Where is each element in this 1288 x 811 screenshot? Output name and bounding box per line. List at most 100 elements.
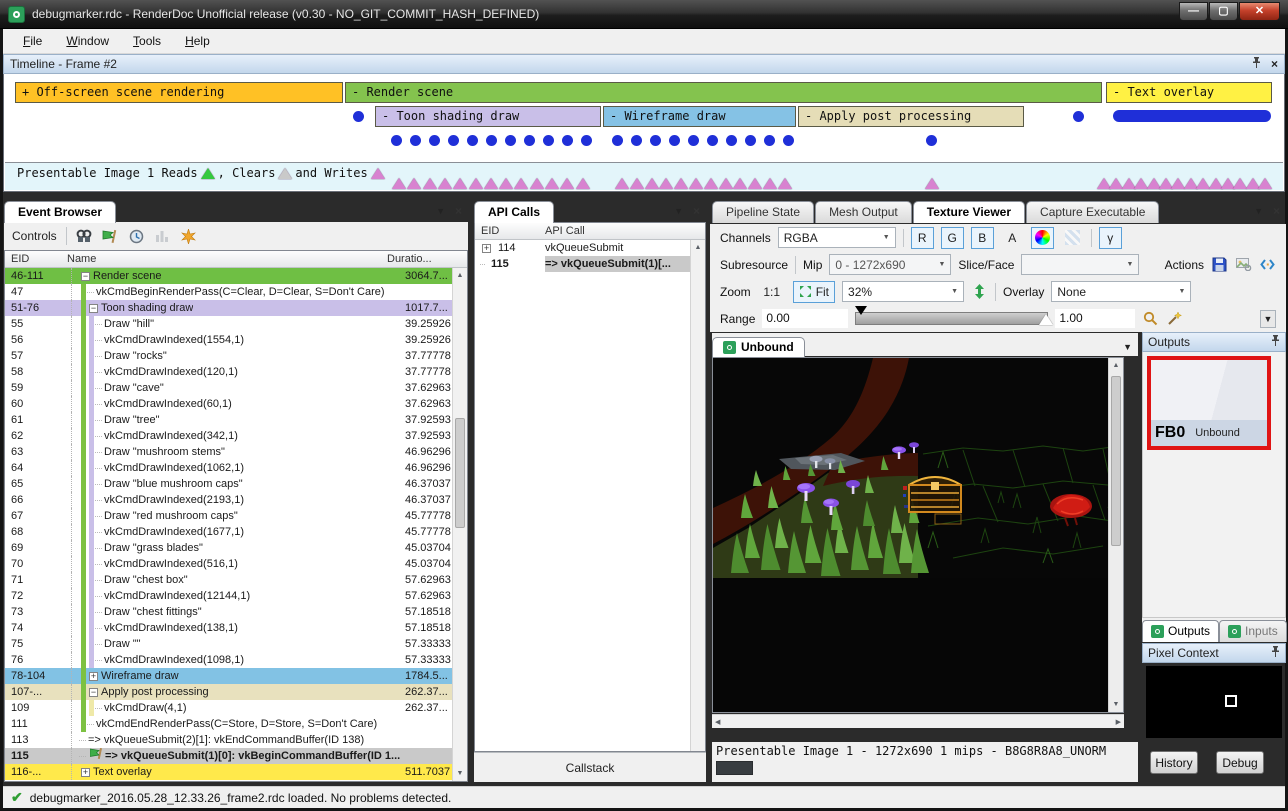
texture-hscroll[interactable]: ◀ ▶ bbox=[712, 714, 1124, 728]
usage-triangle-icon[interactable] bbox=[1258, 178, 1272, 189]
usage-triangle-icon[interactable] bbox=[545, 178, 559, 189]
usage-triangle-icon[interactable] bbox=[630, 178, 644, 189]
menu-window[interactable]: Window bbox=[54, 30, 121, 52]
timeline-marker[interactable]: - Wireframe draw bbox=[603, 106, 796, 127]
event-row[interactable]: 46-111−Render scene3064.7... bbox=[5, 268, 467, 284]
scroll-up-icon[interactable]: ▲ bbox=[691, 240, 705, 255]
event-row[interactable]: 67····Draw "red mushroom caps"45.77778 bbox=[5, 508, 467, 524]
scroll-down-icon[interactable]: ▼ bbox=[453, 766, 467, 781]
time-draws-icon[interactable] bbox=[128, 228, 145, 245]
scroll-up-icon[interactable]: ▲ bbox=[1109, 358, 1123, 373]
timeline-event-dot[interactable] bbox=[650, 135, 661, 146]
scroll-left-icon[interactable]: ◀ bbox=[715, 718, 720, 726]
event-row[interactable]: 76····vkCmdDrawIndexed(1098,1)57.33333 bbox=[5, 652, 467, 668]
usage-triangle-icon[interactable] bbox=[560, 178, 574, 189]
timeline-event-dot[interactable] bbox=[1073, 111, 1084, 122]
event-row[interactable]: 109····vkCmdDraw(4,1)262.37... bbox=[5, 700, 467, 716]
usage-triangle-icon[interactable] bbox=[407, 178, 421, 189]
usage-triangle-icon[interactable] bbox=[576, 178, 590, 189]
flip-y-icon[interactable] bbox=[971, 283, 988, 300]
pin-icon[interactable] bbox=[1252, 57, 1261, 71]
event-row[interactable]: 107-...−Apply post processing262.37... bbox=[5, 684, 467, 700]
range-max-handle[interactable] bbox=[1039, 314, 1053, 325]
timeline-event-dot[interactable] bbox=[543, 135, 554, 146]
timeline-event-dot[interactable] bbox=[410, 135, 421, 146]
range-slider[interactable] bbox=[855, 312, 1048, 325]
usage-triangle-icon[interactable] bbox=[438, 178, 452, 189]
usage-triangle-icon[interactable] bbox=[674, 178, 688, 189]
panel-close-icon[interactable]: × bbox=[693, 204, 700, 218]
usage-triangle-icon[interactable] bbox=[530, 178, 544, 189]
channel-g-button[interactable]: G bbox=[941, 227, 964, 249]
expand-icon[interactable]: + bbox=[81, 768, 90, 777]
col-duration[interactable]: Duratio... bbox=[387, 253, 451, 265]
usage-triangle-icon[interactable] bbox=[778, 178, 792, 189]
range-min-handle[interactable] bbox=[855, 306, 867, 315]
event-row[interactable]: 78-104+Wireframe draw1784.5... bbox=[5, 668, 467, 684]
overlay-dropdown[interactable]: None ▼ bbox=[1051, 281, 1191, 302]
zoom-1to1-button[interactable]: 1:1 bbox=[758, 281, 786, 303]
channel-r-button[interactable]: R bbox=[911, 227, 934, 249]
expand-icon[interactable]: + bbox=[89, 672, 98, 681]
menu-help[interactable]: Help bbox=[173, 30, 222, 52]
fb0-thumbnail[interactable]: FB0 Unbound bbox=[1147, 356, 1271, 450]
history-button[interactable]: History bbox=[1150, 751, 1198, 774]
event-row[interactable]: 113····=> vkQueueSubmit(2)[1]: vkEndComm… bbox=[5, 732, 467, 748]
timeline-event-dot[interactable] bbox=[524, 135, 535, 146]
zoom-range-icon[interactable] bbox=[1142, 310, 1159, 327]
texture-image[interactable]: ▲ ▼ bbox=[712, 357, 1124, 713]
timeline-event-dot[interactable] bbox=[926, 135, 937, 146]
event-row[interactable]: 66····vkCmdDrawIndexed(2193,1)46.37037 bbox=[5, 492, 467, 508]
save-icon[interactable] bbox=[1211, 256, 1228, 273]
timeline-event-dot[interactable] bbox=[707, 135, 718, 146]
timeline-marker[interactable]: - Text overlay bbox=[1106, 82, 1272, 103]
slice-dropdown[interactable]: ▼ bbox=[1021, 254, 1139, 275]
panel-menu-icon[interactable]: ▼ bbox=[1254, 206, 1263, 216]
tab-api-calls[interactable]: API Calls bbox=[474, 201, 554, 223]
usage-triangle-icon[interactable] bbox=[659, 178, 673, 189]
timeline-marker[interactable]: - Apply post processing bbox=[798, 106, 1024, 127]
pixel-context-view[interactable] bbox=[1146, 666, 1282, 738]
timeline-event-bar[interactable] bbox=[1113, 110, 1271, 122]
event-row[interactable]: 62····vkCmdDrawIndexed(342,1)37.92593 bbox=[5, 428, 467, 444]
event-browser-header[interactable]: EID Name Duratio... bbox=[5, 251, 467, 268]
menu-tools[interactable]: Tools bbox=[121, 30, 173, 52]
timeline-close-icon[interactable]: × bbox=[1271, 57, 1278, 71]
close-button[interactable]: ✕ bbox=[1239, 2, 1280, 21]
event-row[interactable]: 63····Draw "mushroom stems"46.96296 bbox=[5, 444, 467, 460]
colorwheel-button[interactable] bbox=[1031, 227, 1054, 249]
col-api-call[interactable]: API Call bbox=[545, 225, 705, 237]
tab-event-browser[interactable]: Event Browser bbox=[4, 201, 116, 223]
event-row[interactable]: 56····vkCmdDrawIndexed(1554,1)39.25926 bbox=[5, 332, 467, 348]
minimize-button[interactable]: — bbox=[1179, 2, 1208, 21]
tab-capture-executable[interactable]: Capture Executable bbox=[1026, 201, 1159, 223]
goto-eid-icon[interactable] bbox=[102, 228, 119, 245]
open-external-icon[interactable] bbox=[1259, 256, 1276, 273]
timeline-event-dot[interactable] bbox=[353, 111, 364, 122]
usage-triangle-icon[interactable] bbox=[423, 178, 437, 189]
api-calls-scrollbar[interactable]: ▲ bbox=[690, 240, 705, 751]
open-link-icon[interactable] bbox=[1235, 256, 1252, 273]
usage-triangle-icon[interactable] bbox=[392, 178, 406, 189]
timeline-event-dot[interactable] bbox=[467, 135, 478, 146]
event-row[interactable]: 47····vkCmdBeginRenderPass(C=Clear, D=Cl… bbox=[5, 284, 467, 300]
usage-triangle-icon[interactable] bbox=[453, 178, 467, 189]
usage-triangle-icon[interactable] bbox=[499, 178, 513, 189]
zoom-dropdown[interactable]: 32% ▼ bbox=[842, 281, 964, 302]
api-row[interactable]: +114vkQueueSubmit bbox=[475, 240, 705, 256]
expand-icon[interactable]: + bbox=[482, 244, 491, 253]
usage-triangle-icon[interactable] bbox=[719, 178, 733, 189]
side-tab-inputs[interactable]: Inputs bbox=[1219, 620, 1287, 642]
channel-a-button[interactable]: A bbox=[1001, 227, 1024, 249]
event-row[interactable]: 75····Draw ""57.33333 bbox=[5, 636, 467, 652]
event-browser-scrollbar[interactable]: ▲ ▼ bbox=[452, 268, 467, 781]
side-tab-outputs[interactable]: Outputs bbox=[1142, 620, 1219, 642]
usage-triangle-icon[interactable] bbox=[484, 178, 498, 189]
channel-b-button[interactable]: B bbox=[971, 227, 994, 249]
tab-pipeline-state[interactable]: Pipeline State bbox=[712, 201, 814, 223]
event-row[interactable]: 51-76−Toon shading draw1017.7... bbox=[5, 300, 467, 316]
scroll-right-icon[interactable]: ▶ bbox=[1116, 718, 1121, 726]
timeline-event-dot[interactable] bbox=[581, 135, 592, 146]
timeline-event-dot[interactable] bbox=[486, 135, 497, 146]
bookmark-icon[interactable] bbox=[180, 228, 197, 245]
